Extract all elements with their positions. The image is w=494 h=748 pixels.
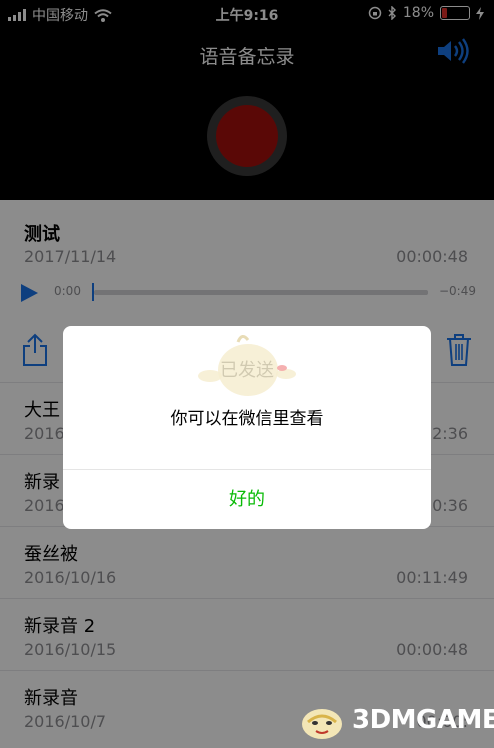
watermark-text: 3DMGAME bbox=[352, 705, 494, 735]
ok-button[interactable]: 好的 bbox=[63, 470, 431, 529]
mascot-logo-icon bbox=[302, 709, 342, 739]
dialog-message: 你可以在微信里查看 bbox=[170, 409, 324, 429]
watermark: 3DMGAME bbox=[298, 700, 494, 740]
mascot-icon bbox=[198, 335, 296, 396]
